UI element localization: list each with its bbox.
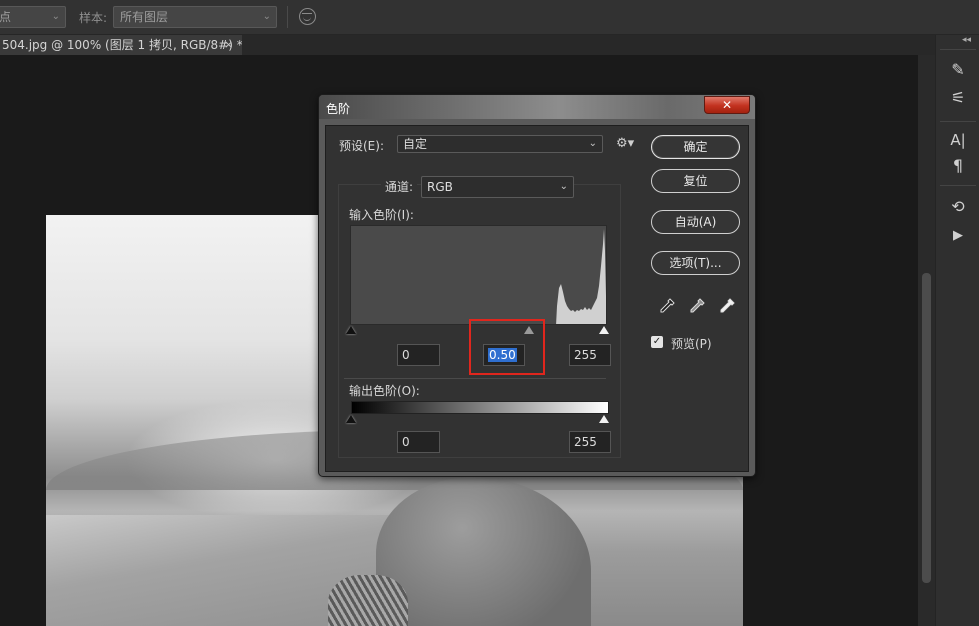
preset-value: 自定 — [403, 137, 428, 151]
output-black-slider[interactable] — [346, 415, 356, 423]
preset-label: 预设(E): — [339, 139, 384, 153]
preset-select[interactable]: 自定 ⌄ — [397, 135, 603, 153]
output-white-field[interactable]: 255 — [569, 431, 611, 453]
dialog-titlebar[interactable]: 色阶 ✕ — [319, 95, 755, 119]
preset-options-gear-icon[interactable]: ⚙▾ — [616, 136, 634, 151]
histogram — [350, 225, 607, 325]
dialog-body: 预设(E): 自定 ⌄ ⚙▾ 通道: RGB ⌄ 输入色阶(I): 0 0.50… — [325, 125, 749, 472]
reset-button[interactable]: 复位 — [651, 169, 740, 193]
toolbar-divider — [287, 6, 288, 28]
white-eyedropper-icon[interactable] — [718, 297, 736, 315]
document-tab[interactable]: 504.jpg @ 100% (图层 1 拷贝, RGB/8#) * — [0, 35, 242, 55]
panel-divider — [940, 49, 976, 50]
options-bar: 点 ⌄ 样本: 所有图层 ⌄ — [0, 0, 979, 35]
chevron-down-icon: ⌄ — [262, 11, 271, 22]
close-tab-icon[interactable]: × — [224, 35, 233, 55]
auto-button[interactable]: 自动(A) — [651, 210, 740, 234]
input-black-slider[interactable] — [346, 326, 356, 334]
image-figure — [376, 477, 591, 626]
right-panel-dock: ◂◂ ✎ ⚟ A| ¶ ⟲ ▶ — [935, 35, 979, 626]
dialog-title: 色阶 — [326, 102, 351, 116]
document-tab-title: 504.jpg @ 100% (图层 1 拷贝, RGB/8#) * — [2, 38, 242, 52]
document-tab-bar: 504.jpg @ 100% (图层 1 拷贝, RGB/8#) * × — [0, 35, 935, 55]
channel-label: 通道: — [381, 178, 418, 195]
history-icon[interactable]: ⟲ — [946, 196, 970, 218]
chevron-down-icon: ⌄ — [51, 11, 60, 22]
input-levels-label: 输入色阶(I): — [349, 208, 414, 222]
sample-layers-value: 所有图层 — [120, 10, 169, 24]
output-white-slider[interactable] — [599, 415, 609, 423]
panel-divider — [940, 121, 976, 122]
image-hair — [328, 575, 408, 626]
input-white-value: 255 — [574, 348, 597, 362]
scrollbar-thumb[interactable] — [922, 273, 931, 583]
channel-value: RGB — [427, 180, 453, 194]
sample-layers-select[interactable]: 所有图层 ⌄ — [113, 6, 277, 28]
preview-checkbox[interactable]: ✓ — [651, 336, 663, 348]
close-icon[interactable]: ✕ — [704, 96, 750, 114]
histogram-graph — [556, 229, 606, 324]
output-levels-label: 输出色阶(O): — [349, 384, 420, 398]
channel-select[interactable]: RGB ⌄ — [421, 176, 574, 198]
output-black-field[interactable]: 0 — [397, 431, 440, 453]
adjustments-icon[interactable]: ⚟ — [946, 87, 970, 109]
options-button[interactable]: 选项(T)... — [651, 251, 740, 275]
photoshop-window: 点 ⌄ 样本: 所有图层 ⌄ 504.jpg @ 100% (图层 1 拷贝, … — [0, 0, 979, 626]
brush-presets-icon[interactable]: ✎ — [946, 59, 970, 81]
sample-size-value: 点 — [0, 10, 12, 24]
output-white-value: 255 — [574, 435, 597, 449]
ok-button[interactable]: 确定 — [651, 135, 740, 159]
smile-face-icon[interactable] — [299, 8, 316, 25]
highlight-box — [469, 319, 545, 375]
chevron-down-icon: ⌄ — [559, 181, 568, 192]
input-white-field[interactable]: 255 — [569, 344, 611, 366]
output-black-value: 0 — [402, 435, 410, 449]
character-icon[interactable]: A| — [946, 129, 970, 151]
output-gradient-bar — [351, 401, 609, 414]
sample-label: 样本: — [79, 11, 108, 25]
section-divider — [344, 378, 606, 379]
levels-dialog: 色阶 ✕ 预设(E): 自定 ⌄ ⚙▾ 通道: RGB ⌄ 输入色阶(I): 0… — [318, 94, 756, 477]
actions-play-icon[interactable]: ▶ — [946, 225, 970, 247]
input-black-value: 0 — [402, 348, 410, 362]
black-eyedropper-icon[interactable] — [658, 297, 676, 315]
input-black-field[interactable]: 0 — [397, 344, 440, 366]
preview-label: 预览(P) — [671, 337, 712, 351]
input-white-slider[interactable] — [599, 326, 609, 334]
panel-divider — [940, 185, 976, 186]
paragraph-icon[interactable]: ¶ — [946, 155, 970, 177]
chevron-down-icon: ⌄ — [588, 138, 597, 149]
sample-size-select[interactable]: 点 ⌄ — [0, 6, 66, 28]
collapse-panels-icon[interactable]: ◂◂ — [962, 35, 971, 45]
gray-eyedropper-icon[interactable] — [688, 297, 706, 315]
canvas-vertical-scrollbar[interactable] — [918, 55, 935, 626]
